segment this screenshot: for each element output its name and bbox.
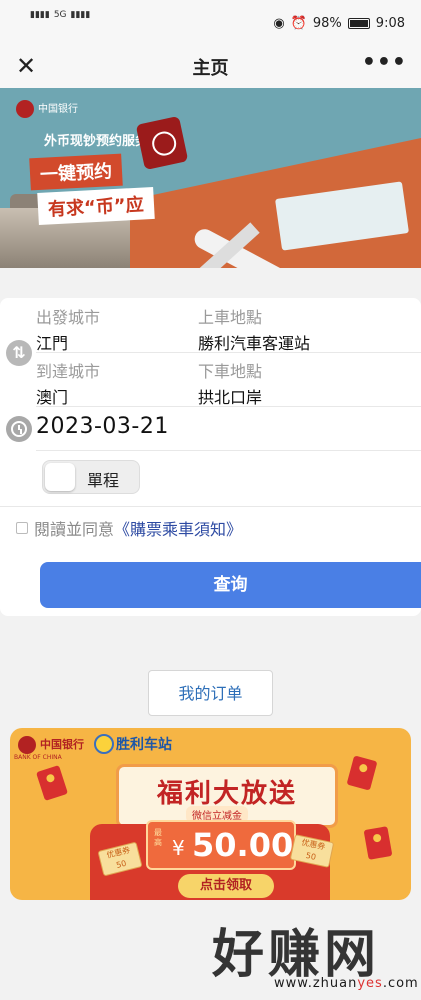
watermark-site-b: yes [357,976,383,991]
pickup-point-label: 上車地點 [198,308,263,327]
watermark-site-c: .com [382,976,419,991]
departure-city-label: 出發城市 [36,308,101,327]
ticket-value: 50 [115,858,128,870]
page-title: 主页 [192,58,229,79]
booking-form: 出發城市 江門 上車地點 勝利汽車客運站 ⇅ 到達城市 澳门 下車地點 拱北口岸… [0,298,421,616]
eye-icon: ◉ [273,16,285,31]
coupon-amount: 50.00 [192,826,294,864]
promo-brand: 中国银行 [40,738,84,751]
query-button[interactable]: 查询 [40,562,421,608]
ticket-label: 优惠券 [105,845,132,860]
watermark-site: www.zhuanyes.com [274,976,419,991]
bank-logo-icon [16,100,34,118]
ticket-label: 优惠券 [300,837,327,852]
promo-brand-en: BANK OF CHINA [14,754,62,761]
banner-tagline-2: 有求“币”应 [37,186,155,226]
card-icon [135,115,189,171]
banner-brand: 中国银行 [38,104,78,115]
status-bar: ▮▮▮▮ 5G ▮▮▮▮ ◉ ⏰ 98% 9:08 [0,0,421,44]
signal-indicators: ▮▮▮▮ 5G ▮▮▮▮ [30,10,90,20]
coupon-max-label: 最高 [154,828,162,847]
bank-logo-icon [18,736,36,754]
claim-button[interactable]: 点击领取 [178,874,274,898]
swap-cities-icon[interactable]: ⇅ [6,340,32,366]
terms-link[interactable]: 《購票乘車須知》 [114,520,242,539]
travel-date-field[interactable]: 2023-03-21 [36,414,169,439]
coupon-amount-box: 最高 ¥ 50.00 [146,820,296,870]
dropoff-point-field[interactable]: 拱北口岸 [198,384,262,408]
agree-checkbox[interactable] [16,522,28,534]
watermark: 好赚网 www.zhuanyes.com [212,912,419,998]
toggle-knob [45,463,75,491]
divider [36,450,421,451]
station-logo-icon [94,734,114,754]
alarm-icon: ⏰ [290,16,307,31]
my-orders-button[interactable]: 我的订单 [148,670,273,716]
divider [36,352,421,353]
trip-type-label: 單程 [87,471,120,490]
divider [36,406,421,407]
red-envelope-icon [35,765,69,801]
agreement-text: 閱讀並同意《購票乘車須知》 [34,516,242,540]
signal-icon: ▮▮▮▮ [30,10,50,20]
currency-symbol: ¥ [172,836,185,860]
signal-icon-2: ▮▮▮▮ [70,10,91,20]
battery-percent: 98% [312,16,342,31]
watermark-site-a: www.zhuan [274,976,358,991]
departure-city-field[interactable]: 江門 [36,330,68,354]
dropoff-point-label: 下車地點 [198,362,263,381]
bank-banner[interactable]: 中国银行 外币现钞预约服务 一键预约 有求“币”应 [0,88,421,268]
nav-bar: ✕ 主页 ••• [0,44,421,88]
promo-banner[interactable]: 中国银行 BANK OF CHINA 胜利车站 福利大放送 微信立减金 最高 ¥… [10,728,411,900]
arrival-city-field[interactable]: 澳门 [36,384,68,408]
battery-icon [347,18,370,29]
more-menu-button[interactable]: ••• [362,50,407,75]
promo-station: 胜利车站 [116,737,172,753]
trip-type-toggle[interactable]: 單程 [42,460,140,494]
arrival-city-label: 到達城市 [36,362,101,381]
divider [0,506,421,507]
red-envelope-icon [346,755,378,791]
promo-title: 福利大放送 [156,779,297,809]
clock-icon [6,416,32,442]
clock-time: 9:08 [375,16,405,31]
banner-tagline-1: 一键预约 [29,153,123,191]
network-type: 5G [53,10,67,20]
banner-service-title: 外币现钞预约服务 [44,134,149,149]
agree-label: 閱讀並同意 [34,520,115,539]
pickup-point-field[interactable]: 勝利汽車客運站 [198,330,310,354]
ticket-value: 50 [304,850,317,862]
red-envelope-icon [363,826,393,860]
status-right: ◉ ⏰ 98% 9:08 [273,16,405,31]
